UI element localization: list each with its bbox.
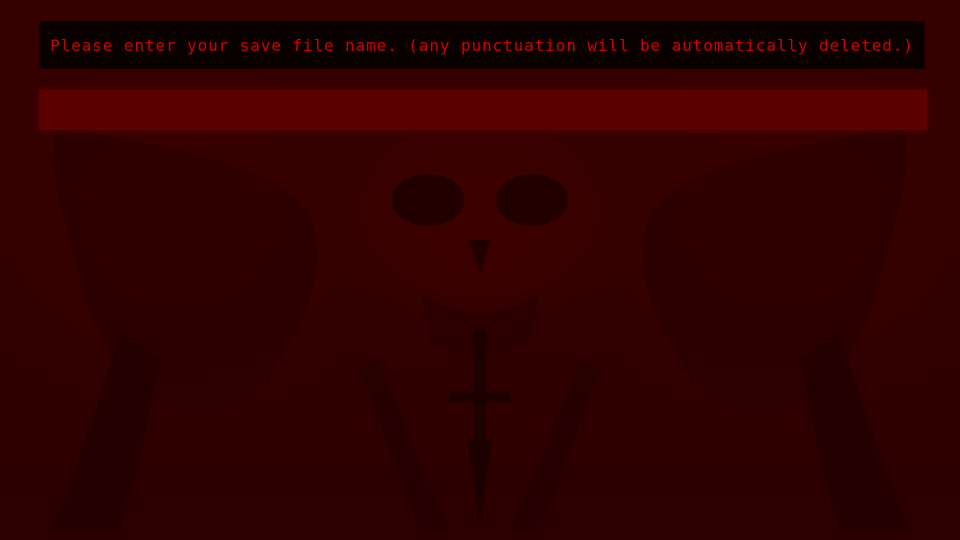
demon-skull-with-inverted-cross-icon [50, 120, 910, 530]
prompt-box: Please enter your save file name. (any p… [39, 21, 925, 69]
save-name-screen: Please enter your save file name. (any p… [0, 0, 960, 540]
prompt-text: Please enter your save file name. (any p… [50, 35, 914, 55]
save-file-name-input[interactable] [39, 90, 927, 130]
